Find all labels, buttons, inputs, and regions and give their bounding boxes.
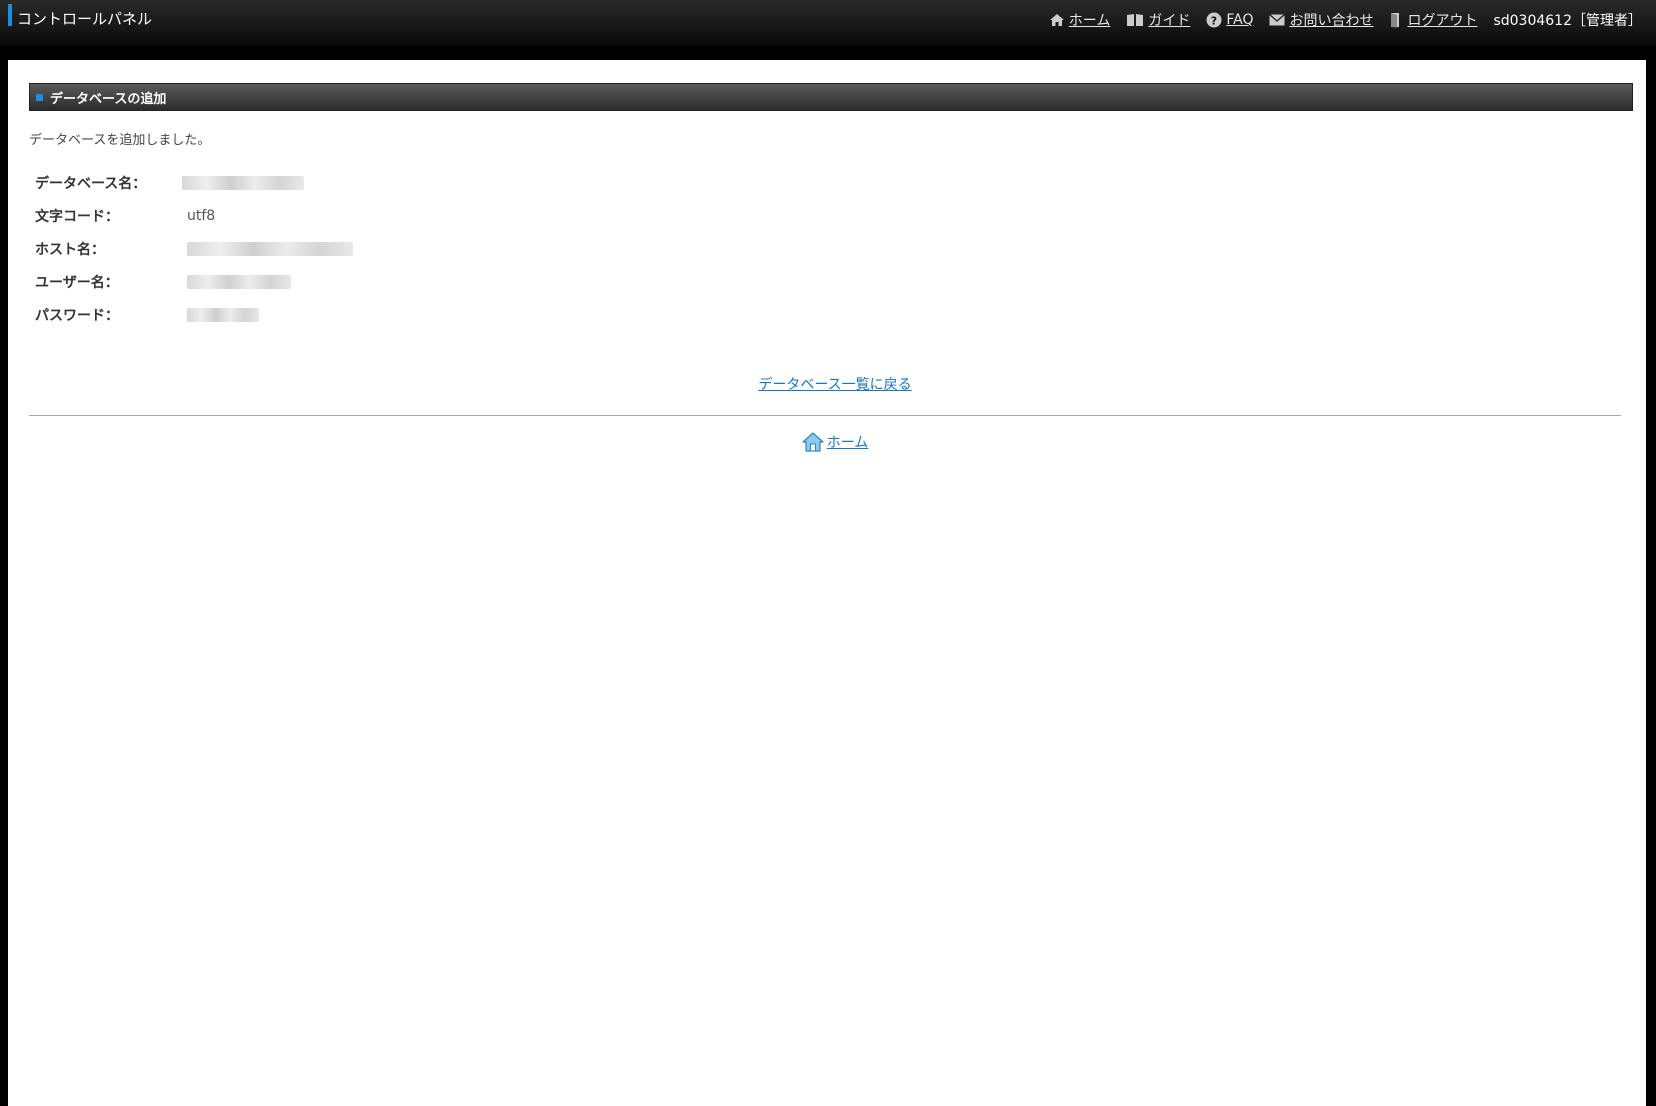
db-name-value-redacted (182, 175, 304, 190)
nav-logout-link[interactable]: ログアウト (1389, 10, 1477, 30)
home-icon (1049, 14, 1064, 26)
back-to-database-list-link[interactable]: データベース一覧に戻る (8, 374, 1656, 394)
footer-home-label: ホーム (826, 435, 869, 451)
nav-home-label: ホーム (1068, 13, 1111, 29)
db-name-row: データベース名： (35, 166, 353, 199)
title-accent (8, 4, 12, 26)
nav-faq-label: FAQ (1226, 12, 1254, 28)
book-icon (1127, 14, 1144, 26)
nav-faq-link[interactable]: ? FAQ (1206, 12, 1253, 28)
app-title: コントロールパネル (17, 10, 153, 28)
user-row: ユーザー名： (35, 265, 353, 298)
section-title: データベースの追加 (50, 91, 167, 107)
nav-contact-link[interactable]: お問い合わせ (1269, 10, 1373, 30)
nav-guide-link[interactable]: ガイド (1126, 10, 1190, 30)
divider (29, 415, 1621, 416)
user-info: sd0304612［管理者］ (1493, 13, 1642, 29)
section-marker (36, 93, 43, 101)
nav-guide-label: ガイド (1148, 13, 1191, 29)
svg-text:?: ? (1211, 15, 1217, 28)
nav-home-link[interactable]: ホーム (1049, 10, 1111, 30)
database-details: データベース名： 文字コード： utf8 ホスト名： ユーザー名： パスワード： (35, 166, 353, 331)
password-row: パスワード： (35, 298, 353, 331)
charset-row: 文字コード： utf8 (35, 199, 353, 232)
top-bar: コントロールパネル ホーム ガイド ? FAQ お問い合わせ ログアウト sd0… (0, 0, 1656, 46)
logout-icon (1391, 13, 1400, 28)
host-row: ホスト名： (35, 232, 353, 265)
user-label: ユーザー名： (35, 274, 119, 291)
mail-icon (1269, 14, 1286, 26)
section-header: データベースの追加 (29, 83, 1633, 111)
nav-contact-label: お問い合わせ (1289, 13, 1374, 29)
success-message: データベースを追加しました。 (29, 133, 211, 148)
home-icon (802, 432, 824, 452)
nav-logout-label: ログアウト (1407, 13, 1478, 29)
content-panel: データベースの追加 データベースを追加しました。 データベース名： 文字コード：… (8, 60, 1646, 1106)
top-nav: ホーム ガイド ? FAQ お問い合わせ ログアウト sd0304612［管理者… (1033, 10, 1642, 30)
user-value-redacted (187, 274, 291, 289)
host-label: ホスト名： (35, 241, 105, 258)
charset-label: 文字コード： (35, 208, 119, 225)
help-icon: ? (1206, 12, 1222, 28)
footer-home-link[interactable]: ホーム (8, 432, 1656, 452)
password-label: パスワード： (35, 307, 119, 324)
db-name-label: データベース名： (35, 175, 147, 192)
host-value-redacted (187, 241, 353, 256)
charset-value: utf8 (187, 207, 216, 224)
password-value-redacted (187, 307, 259, 322)
